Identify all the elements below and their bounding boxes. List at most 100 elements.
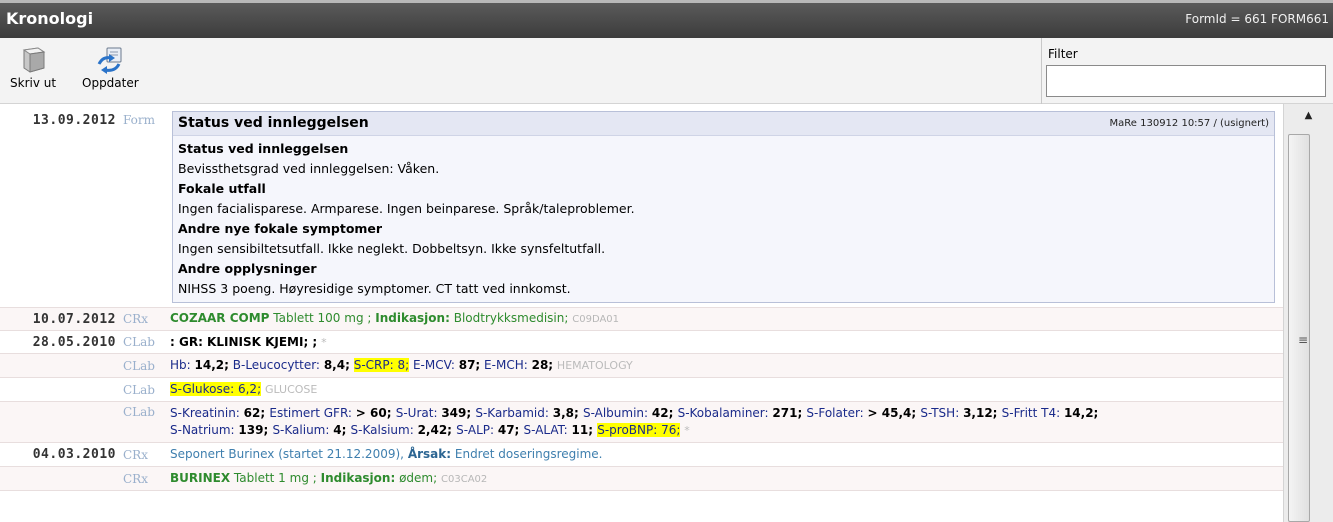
printer-icon: [22, 47, 46, 73]
form-heading: Status ved innleggelsen: [178, 141, 349, 156]
lab-label: S-Folater:: [806, 406, 868, 420]
entry-type: CRx: [123, 312, 148, 326]
entry-date: 28.05.2010: [32, 334, 116, 350]
lab-line: S-Kreatinin: 62; Estimert GFR: > 60; S-U…: [170, 405, 1273, 422]
print-button-label: Skriv ut: [10, 76, 57, 90]
entry-date: 10.07.2012: [32, 311, 116, 327]
lab-label: S-Urat:: [395, 406, 442, 420]
list-item[interactable]: 10.07.2012 CRx COZAAR COMP Tablett 100 m…: [0, 308, 1283, 331]
lab-label: S-Kreatinin:: [170, 406, 244, 420]
entry-date: [0, 405, 120, 439]
lab-label: S-Kalium:: [272, 423, 334, 437]
lab-value: 14,2;: [1063, 406, 1099, 420]
scroll-thumb[interactable]: ≡: [1288, 134, 1310, 522]
list-item[interactable]: CLab S-Kreatinin: 62; Estimert GFR: > 60…: [0, 402, 1283, 443]
list-item[interactable]: 28.05.2010 CLab : GR: KLINISK KJEMI; ; *: [0, 331, 1283, 354]
entry-type: Form: [123, 113, 156, 127]
entry-type: CLab: [123, 382, 155, 397]
lab-highlight: S-proBNP: 76;: [597, 423, 681, 437]
lab-label: S-ALP:: [456, 423, 498, 437]
lab-value: 2,42;: [417, 423, 457, 437]
indication: ødem;: [399, 470, 438, 485]
lab-label: Hb:: [170, 358, 191, 372]
filter-label: Filter: [1048, 47, 1078, 61]
lab-label: S-ALAT:: [523, 423, 572, 437]
lab-line: S-Natrium: 139; S-Kalium: 4; S-Kalsium: …: [170, 422, 1273, 439]
form-heading: Andre nye fokale symptomer: [178, 221, 383, 236]
list-item[interactable]: 04.03.2010 CRx Seponert Burinex (startet…: [0, 443, 1283, 467]
atc-code: C09DA01: [572, 314, 620, 325]
entry-type: CRx: [123, 447, 148, 462]
rx-text: Seponert: [170, 447, 225, 461]
filter-input[interactable]: [1046, 65, 1326, 97]
reason-label: Årsak:: [407, 447, 452, 461]
form-heading: Fokale utfall: [178, 181, 266, 196]
lab-mark: *: [321, 335, 327, 349]
lab-label: S-Kobalaminer:: [677, 406, 773, 420]
scroll-up-arrow-icon[interactable]: ▲: [1284, 110, 1333, 121]
form-id: FormId = 661 FORM661: [1185, 12, 1329, 26]
lab-value: 8,4;: [323, 358, 350, 372]
drug-form: Tablett 1 mg ;: [233, 470, 317, 485]
toolbar: Skriv ut Oppdater Filter: [0, 38, 1333, 104]
lab-highlight: S-CRP: 8;: [353, 358, 410, 372]
lab-label: S-Fritt T4:: [1001, 406, 1064, 420]
lab-label: S-Karbamid:: [475, 406, 553, 420]
entry-type: CLab: [123, 405, 155, 419]
chronology-list: 13.09.2012 Form Status ved innleggelsen …: [0, 104, 1283, 522]
lab-value: 47;: [497, 423, 524, 437]
lab-group: : GR: KLINISK KJEMI; ;: [170, 334, 318, 349]
form-text: NIHSS 3 poeng. Høyresidige symptomer. CT…: [178, 281, 571, 296]
vertical-scrollbar[interactable]: ▲ ≡: [1283, 104, 1333, 522]
lab-value: > 45,4;: [867, 406, 921, 420]
refresh-button[interactable]: Oppdater: [82, 46, 139, 90]
lab-label: B-Leucocytter:: [232, 358, 320, 372]
form-signature: MaRe 130912 10:57 / (usignert): [1109, 118, 1269, 129]
entry-type: CLab: [123, 358, 155, 373]
drug-form: Tablett 100 mg ;: [273, 311, 372, 325]
lab-group-name: HEMATOLOGY: [556, 359, 633, 372]
title-bar: Kronologi FormId = 661 FORM661: [0, 0, 1333, 38]
lab-value: 28;: [531, 358, 554, 372]
form-text: Ingen sensibiltetsutfall. Ikke neglekt. …: [178, 241, 606, 256]
lab-value: 62;: [243, 406, 270, 420]
lab-value: 11;: [571, 423, 598, 437]
lab-label: E-MCV:: [412, 358, 455, 372]
list-item[interactable]: 13.09.2012 Form Status ved innleggelsen …: [0, 104, 1283, 308]
refresh-icon: [97, 47, 122, 74]
list-item[interactable]: CLab Hb: 14,2; B-Leucocytter: 8,4; S-CRP…: [0, 354, 1283, 378]
print-button[interactable]: Skriv ut: [10, 46, 56, 90]
form-title: Status ved innleggelsen: [178, 115, 369, 131]
toolbar-divider: [1041, 38, 1042, 104]
indication-label: Indikasjon:: [375, 311, 450, 325]
lab-value: 42;: [651, 406, 678, 420]
lab-value: 271;: [772, 406, 807, 420]
lab-value: 349;: [441, 406, 476, 420]
lab-group-name: GLUCOSE: [264, 383, 318, 396]
entry-type: CRx: [123, 471, 148, 486]
form-body: Status ved innleggelsen Bevissthetsgrad …: [173, 136, 1274, 302]
lab-label: E-MCH:: [484, 358, 528, 372]
atc-code: C03CA02: [441, 473, 488, 485]
form-box: Status ved innleggelsen MaRe 130912 10:5…: [172, 111, 1275, 303]
list-item[interactable]: CLab S-Glukose: 6,2; GLUCOSE: [0, 378, 1283, 402]
indication: Blodtrykksmedisin;: [453, 311, 569, 325]
lab-value: 3,12;: [963, 406, 1002, 420]
lab-value: 139;: [238, 423, 273, 437]
lab-label: S-Albumin:: [582, 406, 652, 420]
form-heading: Andre opplysninger: [178, 261, 317, 276]
reason: Endret doseringsregime.: [454, 447, 603, 461]
indication-label: Indikasjon:: [320, 470, 396, 485]
refresh-button-label: Oppdater: [82, 76, 139, 90]
form-text: Ingen facialisparese. Armparese. Ingen b…: [178, 201, 635, 216]
drug-name: BURINEX: [170, 470, 231, 485]
entry-date: 04.03.2010: [32, 447, 116, 462]
form-text: Bevissthetsgrad ved innleggelsen: Våken.: [178, 161, 440, 176]
lab-value: 87;: [458, 358, 481, 372]
drug-name: COZAAR COMP: [170, 311, 270, 325]
lab-label: S-Natrium:: [170, 423, 239, 437]
grip-icon: ≡: [1298, 333, 1309, 347]
entry-type: CLab: [123, 335, 155, 349]
list-item[interactable]: CRx BURINEX Tablett 1 mg ; Indikasjon: ø…: [0, 467, 1283, 491]
lab-label: S-TSH:: [920, 406, 964, 420]
